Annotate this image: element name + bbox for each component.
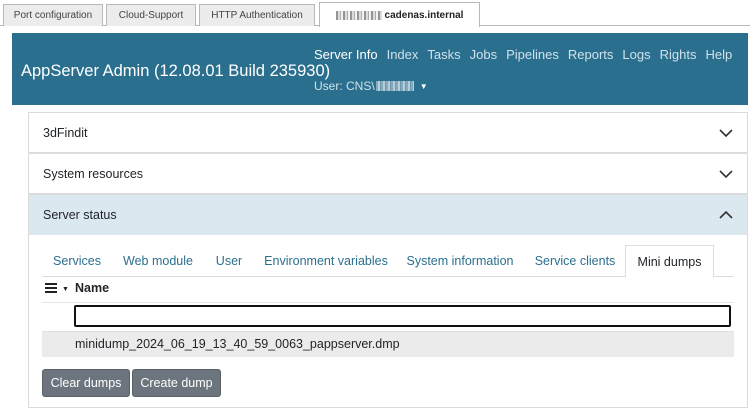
browser-tab-port-configuration[interactable]: Port configuration (3, 4, 103, 26)
tab-system-information[interactable]: System information (400, 245, 520, 277)
tab-mini-dumps[interactable]: Mini dumps (625, 245, 714, 278)
chevron-down-icon (719, 170, 733, 179)
server-status-tabs: Services Web module User Environment var… (42, 245, 734, 278)
table-row[interactable]: minidump_2024_06_19_13_40_59_0063_pappse… (42, 331, 734, 357)
caret-down-icon: ▼ (419, 81, 428, 91)
table-header: ▼ Name (42, 278, 734, 300)
tab-web-module[interactable]: Web module (114, 245, 202, 277)
nav-tasks[interactable]: Tasks (427, 47, 460, 62)
dump-file-name: minidump_2024_06_19_13_40_59_0063_pappse… (75, 337, 400, 351)
panel-3dfindit[interactable]: 3dFindit (28, 112, 748, 153)
name-filter-input[interactable] (74, 305, 731, 327)
create-dump-button[interactable]: Create dump (132, 369, 221, 397)
panel-header[interactable]: System resources (29, 154, 747, 194)
sort-caret-down-icon[interactable]: ▼ (62, 286, 69, 293)
nav-help[interactable]: Help (705, 47, 732, 62)
column-menu-icon[interactable] (45, 283, 57, 293)
redacted-host-prefix (335, 10, 382, 20)
browser-tab-label: cadenas.internal (384, 9, 464, 21)
chevron-down-icon (719, 129, 733, 138)
panel-header[interactable]: 3dFindit (29, 113, 747, 153)
app-title: AppServer Admin (12.08.01 Build 235930) (21, 62, 331, 80)
filter-row (42, 302, 734, 330)
panel-title: System resources (43, 167, 144, 181)
nav-index[interactable]: Index (387, 47, 419, 62)
browser-tab-cadenas-internal[interactable]: cadenas.internal (319, 2, 480, 27)
app-window: Port configuration Cloud-Support HTTP Au… (0, 0, 750, 408)
tab-service-clients[interactable]: Service clients (524, 245, 626, 277)
main-nav: Server Info Index Tasks Jobs Pipelines R… (314, 47, 741, 62)
nav-rights[interactable]: Rights (660, 47, 697, 62)
app-header: AppServer Admin (12.08.01 Build 235930) … (12, 33, 748, 105)
chevron-up-icon (719, 210, 733, 219)
panel-header[interactable]: Server status (29, 195, 747, 235)
nav-reports[interactable]: Reports (568, 47, 614, 62)
panel-system-resources[interactable]: System resources (28, 153, 748, 194)
browser-tab-cloud-support[interactable]: Cloud-Support (106, 4, 196, 26)
browser-tab-http-authentication[interactable]: HTTP Authentication (199, 4, 315, 26)
redacted-username (375, 81, 414, 91)
tab-services[interactable]: Services (44, 245, 110, 277)
browser-tab-strip: Port configuration Cloud-Support HTTP Au… (0, 0, 750, 27)
nav-logs[interactable]: Logs (622, 47, 650, 62)
clear-dumps-button[interactable]: Clear dumps (42, 369, 130, 397)
tab-user[interactable]: User (206, 245, 252, 277)
user-label: User: CNS\ (314, 79, 375, 93)
column-header-name[interactable]: Name (75, 281, 109, 295)
nav-pipelines[interactable]: Pipelines (506, 47, 559, 62)
tab-environment-variables[interactable]: Environment variables (256, 245, 396, 277)
nav-server-info[interactable]: Server Info (314, 47, 378, 62)
user-menu[interactable]: User: CNS\ ▼ (314, 79, 428, 93)
panel-title: 3dFindit (43, 126, 88, 140)
panel-title: Server status (43, 208, 117, 222)
nav-jobs[interactable]: Jobs (470, 47, 497, 62)
